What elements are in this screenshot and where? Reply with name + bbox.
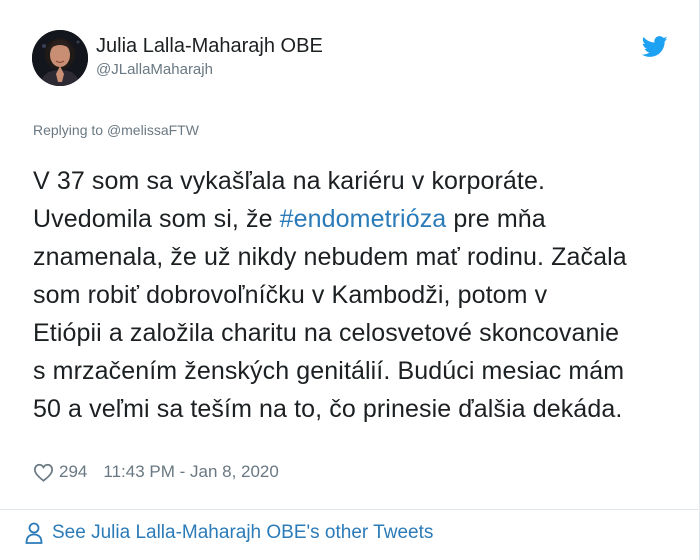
tweet-text-segment: Uvedomila som si, že — [33, 205, 280, 233]
tweet-timestamp[interactable]: 11:43 PM - Jan 8, 2020 — [103, 462, 278, 482]
tweet-line: s mrzačením ženských genitálií. Budúci m… — [33, 357, 625, 385]
tweet-line: 50 a veľmi sa teším na to, čo prinesie ď… — [33, 395, 623, 423]
author-names: Julia Lalla-Maharajh OBE @JLallaMaharajh — [96, 34, 323, 80]
embedded-tweet-card: Julia Lalla-Maharajh OBE @JLallaMaharajh… — [0, 0, 700, 560]
replying-to-prefix: Replying to — [33, 122, 107, 138]
author-handle[interactable]: @JLallaMaharajh — [96, 60, 323, 80]
author-display-name[interactable]: Julia Lalla-Maharajh OBE — [96, 34, 323, 58]
tweet-line: V 37 som sa vykašľala na kariéru v korpo… — [33, 167, 546, 195]
footer-divider — [0, 509, 700, 510]
tweet-line: znamenala, že už nikdy nebudem mať rodin… — [33, 243, 627, 271]
see-other-tweets-link[interactable]: See Julia Lalla-Maharajh OBE's other Twe… — [25, 522, 433, 544]
hashtag-link[interactable]: #endometrióza — [280, 205, 447, 233]
person-icon — [25, 522, 43, 544]
tweet-text: V 37 som sa vykašľala na kariéru v korpo… — [33, 162, 693, 428]
author-avatar[interactable] — [32, 30, 88, 86]
tweet-line: som robiť dobrovoľníčku v Kambodži, poto… — [33, 281, 548, 309]
twitter-bird-icon[interactable] — [642, 36, 668, 58]
like-count[interactable]: 294 — [59, 462, 87, 482]
see-other-tweets-label[interactable]: See Julia Lalla-Maharajh OBE's other Twe… — [52, 522, 433, 544]
tweet-line: Uvedomila som si, že #endometrióza pre m… — [33, 200, 693, 238]
tweet-text-segment: pre mňa — [446, 205, 546, 233]
tweet-header: Julia Lalla-Maharajh OBE @JLallaMaharajh — [32, 30, 672, 94]
heart-icon[interactable] — [33, 463, 54, 482]
replying-to: Replying to @melissaFTW — [33, 121, 199, 139]
tweet-meta: 294 11:43 PM - Jan 8, 2020 — [33, 460, 279, 484]
tweet-line: Etiópii a založila charitu na celosvetov… — [33, 319, 620, 347]
avatar-photo-icon — [32, 30, 88, 86]
replying-to-handle-link[interactable]: @melissaFTW — [107, 122, 199, 138]
